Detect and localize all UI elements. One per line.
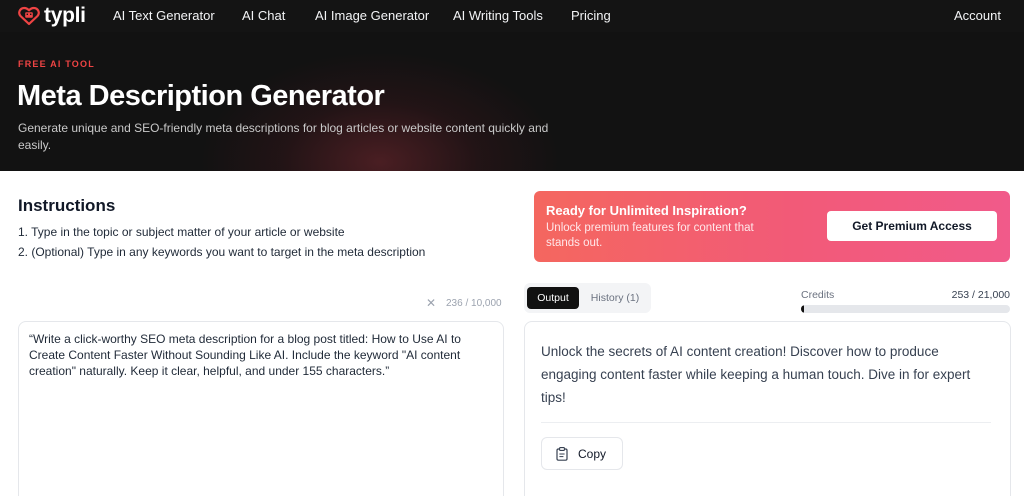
instruction-step-1: 1. Type in the topic or subject matter o… bbox=[18, 225, 345, 239]
nav-pricing[interactable]: Pricing bbox=[571, 8, 611, 24]
brand-name: typli bbox=[44, 4, 86, 27]
topic-input[interactable]: “Write a click-worthy SEO meta descripti… bbox=[18, 321, 504, 496]
character-counter: 236 / 10,000 bbox=[446, 298, 502, 309]
copy-label: Copy bbox=[578, 446, 607, 461]
typli-logo-icon bbox=[18, 6, 40, 26]
nav-ai-text-generator[interactable]: AI Text Generator bbox=[113, 8, 215, 24]
nav-ai-image-generator[interactable]: AI Image Generator bbox=[315, 8, 429, 24]
instruction-step-2: 2. (Optional) Type in any keywords you w… bbox=[18, 245, 426, 259]
output-divider bbox=[541, 422, 991, 423]
promo-subtitle: Unlock premium features for content that… bbox=[546, 222, 754, 249]
instructions-title: Instructions bbox=[18, 196, 116, 215]
output-tabs: Output History (1) bbox=[524, 283, 651, 313]
nav-ai-chat[interactable]: AI Chat bbox=[242, 8, 285, 24]
hero-eyebrow: FREE AI TOOL bbox=[18, 59, 95, 69]
clipboard-icon bbox=[556, 446, 568, 461]
hero-section: FREE AI TOOL Meta Description Generator … bbox=[0, 32, 1024, 171]
credits-progress-bar bbox=[801, 305, 1010, 313]
tab-output[interactable]: Output bbox=[527, 287, 579, 309]
credits-progress-fill bbox=[801, 305, 804, 313]
credits-value: 253 / 21,000 bbox=[951, 289, 1010, 301]
page-title: Meta Description Generator bbox=[17, 80, 385, 112]
nav-ai-writing-tools[interactable]: AI Writing Tools bbox=[453, 8, 543, 24]
tab-history[interactable]: History (1) bbox=[584, 287, 646, 309]
get-premium-button[interactable]: Get Premium Access bbox=[827, 211, 997, 241]
close-icon[interactable]: ✕ bbox=[425, 297, 437, 309]
premium-promo-banner: Ready for Unlimited Inspiration? Unlock … bbox=[534, 191, 1010, 262]
top-nav: typli AI Text Generator AI Chat AI Image… bbox=[0, 0, 1024, 32]
nav-account[interactable]: Account bbox=[954, 8, 1001, 24]
page-subtitle: Generate unique and SEO-friendly meta de… bbox=[18, 121, 549, 152]
generated-meta-description: Unlock the secrets of AI content creatio… bbox=[541, 344, 971, 405]
brand-logo[interactable]: typli bbox=[18, 4, 86, 28]
output-panel: Unlock the secrets of AI content creatio… bbox=[524, 321, 1011, 496]
promo-title: Ready for Unlimited Inspiration? bbox=[546, 203, 747, 218]
copy-button[interactable]: Copy bbox=[541, 437, 623, 470]
credits-label: Credits bbox=[801, 289, 835, 301]
